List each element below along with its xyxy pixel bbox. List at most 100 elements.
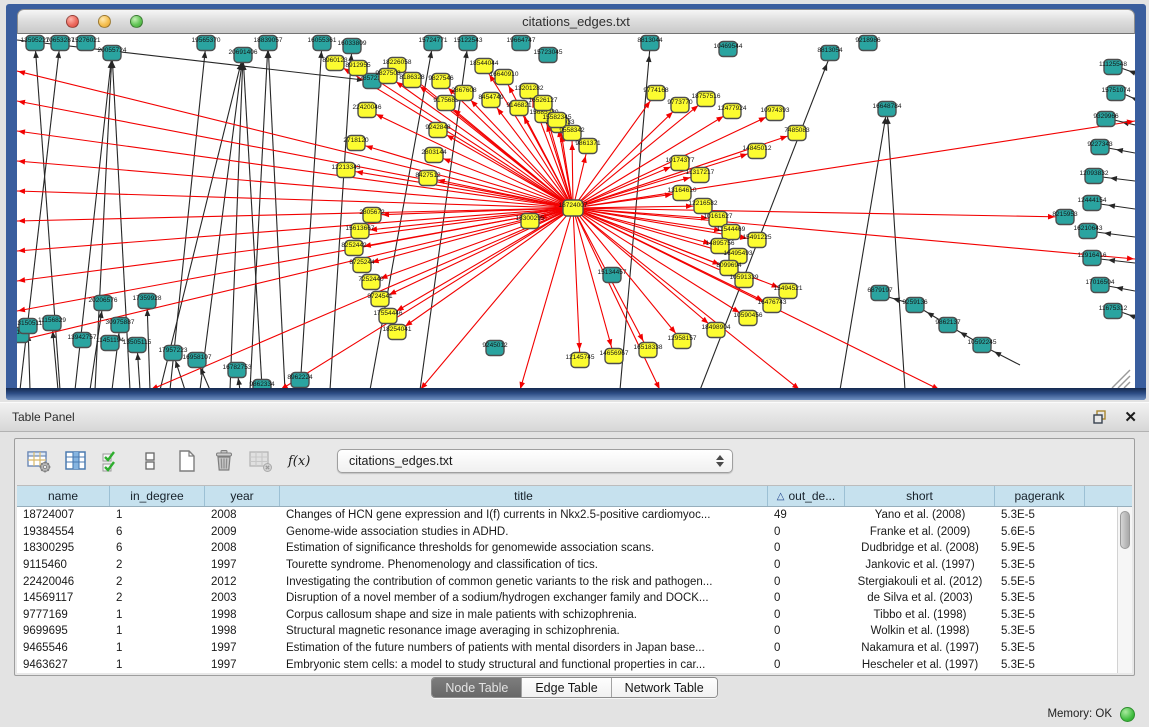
cell-in_degree[interactable]: 1 bbox=[110, 625, 205, 637]
cell-title[interactable]: Changes of HCN gene expression and I(f) … bbox=[280, 509, 768, 521]
column-header-year[interactable]: year bbox=[205, 486, 280, 506]
cell-out_degree[interactable]: 0 bbox=[768, 642, 845, 654]
scrollbar-thumb[interactable] bbox=[1120, 511, 1130, 549]
table-row[interactable]: 946362711997Embryonic stem cells: a mode… bbox=[17, 656, 1132, 673]
cell-pagerank[interactable]: 5.3E-5 bbox=[995, 559, 1085, 571]
cell-out_degree[interactable]: 0 bbox=[768, 659, 845, 671]
cell-name[interactable]: 9465546 bbox=[17, 642, 110, 654]
cell-in_degree[interactable]: 2 bbox=[110, 559, 205, 571]
cell-year[interactable]: 2008 bbox=[205, 542, 280, 554]
cell-in_degree[interactable]: 2 bbox=[110, 592, 205, 604]
column-header-pagerank[interactable]: pagerank bbox=[995, 486, 1085, 506]
cell-in_degree[interactable]: 1 bbox=[110, 509, 205, 521]
cell-editor-icon[interactable] bbox=[136, 447, 164, 475]
float-panel-icon[interactable] bbox=[1093, 410, 1108, 425]
cell-title[interactable]: Embryonic stem cells: a model to study s… bbox=[280, 659, 768, 671]
cell-in_degree[interactable]: 6 bbox=[110, 526, 205, 538]
cell-name[interactable]: 19384554 bbox=[17, 526, 110, 538]
cell-name[interactable]: 22420046 bbox=[17, 576, 110, 588]
cell-in_degree[interactable]: 2 bbox=[110, 576, 205, 588]
cell-out_degree[interactable]: 0 bbox=[768, 592, 845, 604]
resize-grip-icon[interactable] bbox=[1118, 376, 1130, 388]
cell-short[interactable]: Stergiakouli et al. (2012) bbox=[845, 576, 995, 588]
cell-pagerank[interactable]: 5.3E-5 bbox=[995, 509, 1085, 521]
cell-pagerank[interactable]: 5.5E-5 bbox=[995, 576, 1085, 588]
cell-out_degree[interactable]: 0 bbox=[768, 625, 845, 637]
delete-rows-trash-icon[interactable] bbox=[210, 447, 238, 475]
cell-short[interactable]: Franke et al. (2009) bbox=[845, 526, 995, 538]
cell-short[interactable]: Nakamura et al. (1997) bbox=[845, 642, 995, 654]
cell-pagerank[interactable]: 5.3E-5 bbox=[995, 642, 1085, 654]
close-panel-icon[interactable]: ✕ bbox=[1124, 410, 1137, 425]
cell-out_degree[interactable]: 0 bbox=[768, 576, 845, 588]
column-header-short[interactable]: short bbox=[845, 486, 995, 506]
table-row[interactable]: 969969511998Structural magnetic resonanc… bbox=[17, 623, 1132, 640]
cell-name[interactable]: 9463627 bbox=[17, 659, 110, 671]
table-row[interactable]: 1872400712008Changes of HCN gene express… bbox=[17, 507, 1132, 524]
cell-year[interactable]: 1997 bbox=[205, 559, 280, 571]
cell-title[interactable]: Tourette syndrome. Phenomenology and cla… bbox=[280, 559, 768, 571]
network-canvas[interactable]: 1359522710653287152760212005572419565370… bbox=[17, 34, 1135, 388]
cell-out_degree[interactable]: 0 bbox=[768, 542, 845, 554]
cell-short[interactable]: Tibbo et al. (1998) bbox=[845, 609, 995, 621]
window-titlebar[interactable]: citations_edges.txt bbox=[17, 9, 1135, 34]
table-row[interactable]: 1456911722003Disruption of a novel membe… bbox=[17, 590, 1132, 607]
cell-name[interactable]: 9699695 bbox=[17, 625, 110, 637]
cell-name[interactable]: 18300295 bbox=[17, 542, 110, 554]
cell-pagerank[interactable]: 5.3E-5 bbox=[995, 625, 1085, 637]
cell-out_degree[interactable]: 0 bbox=[768, 526, 845, 538]
cell-pagerank[interactable]: 5.9E-5 bbox=[995, 542, 1085, 554]
cell-name[interactable]: 14569117 bbox=[17, 592, 110, 604]
table-row[interactable]: 977716911998Corpus callosum shape and si… bbox=[17, 607, 1132, 624]
new-table-icon[interactable] bbox=[173, 447, 201, 475]
cell-pagerank[interactable]: 5.3E-5 bbox=[995, 592, 1085, 604]
row-select-icon[interactable] bbox=[99, 447, 127, 475]
cell-short[interactable]: Hescheler et al. (1997) bbox=[845, 659, 995, 671]
cell-title[interactable]: Estimation of the future numbers of pati… bbox=[280, 642, 768, 654]
cell-in_degree[interactable]: 1 bbox=[110, 642, 205, 654]
tab-node-table[interactable]: Node Table bbox=[432, 678, 521, 697]
tab-edge-table[interactable]: Edge Table bbox=[521, 678, 610, 697]
cell-short[interactable]: Wolkin et al. (1998) bbox=[845, 625, 995, 637]
function-builder-icon[interactable]: f(x) bbox=[284, 447, 312, 475]
cell-name[interactable]: 9115460 bbox=[17, 559, 110, 571]
cell-pagerank[interactable]: 5.3E-5 bbox=[995, 609, 1085, 621]
table-row[interactable]: 1938455462009Genome-wide association stu… bbox=[17, 524, 1132, 541]
cell-out_degree[interactable]: 0 bbox=[768, 559, 845, 571]
column-header-title[interactable]: title bbox=[280, 486, 768, 506]
cell-title[interactable]: Corpus callosum shape and size in male p… bbox=[280, 609, 768, 621]
column-header-out_degree[interactable]: △out_de... bbox=[768, 486, 845, 506]
cell-short[interactable]: de Silva et al. (2003) bbox=[845, 592, 995, 604]
cell-title[interactable]: Disruption of a novel member of a sodium… bbox=[280, 592, 768, 604]
cell-name[interactable]: 9777169 bbox=[17, 609, 110, 621]
table-row[interactable]: 2242004622012Investigating the contribut… bbox=[17, 573, 1132, 590]
column-header-in_degree[interactable]: in_degree bbox=[110, 486, 205, 506]
cell-title[interactable]: Investigating the contribution of common… bbox=[280, 576, 768, 588]
column-header-name[interactable]: name bbox=[17, 486, 110, 506]
cell-year[interactable]: 2012 bbox=[205, 576, 280, 588]
cell-year[interactable]: 1998 bbox=[205, 609, 280, 621]
cell-title[interactable]: Structural magnetic resonance image aver… bbox=[280, 625, 768, 637]
cell-year[interactable]: 2008 bbox=[205, 509, 280, 521]
cell-title[interactable]: Genome-wide association studies in ADHD. bbox=[280, 526, 768, 538]
column-selector-icon[interactable] bbox=[62, 447, 90, 475]
cell-out_degree[interactable]: 49 bbox=[768, 509, 845, 521]
tab-network-table[interactable]: Network Table bbox=[611, 678, 717, 697]
cell-pagerank[interactable]: 5.6E-5 bbox=[995, 526, 1085, 538]
cell-in_degree[interactable]: 1 bbox=[110, 609, 205, 621]
vertical-scrollbar[interactable] bbox=[1117, 507, 1132, 673]
cell-title[interactable]: Estimation of significance thresholds fo… bbox=[280, 542, 768, 554]
cell-year[interactable]: 1997 bbox=[205, 642, 280, 654]
cell-pagerank[interactable]: 5.3E-5 bbox=[995, 659, 1085, 671]
table-row[interactable]: 911546021997Tourette syndrome. Phenomeno… bbox=[17, 557, 1132, 574]
cell-in_degree[interactable]: 6 bbox=[110, 542, 205, 554]
cell-year[interactable]: 2009 bbox=[205, 526, 280, 538]
cell-short[interactable]: Dudbridge et al. (2008) bbox=[845, 542, 995, 554]
table-row[interactable]: 946554611997Estimation of the future num… bbox=[17, 640, 1132, 657]
cell-in_degree[interactable]: 1 bbox=[110, 659, 205, 671]
cell-year[interactable]: 1998 bbox=[205, 625, 280, 637]
cell-name[interactable]: 18724007 bbox=[17, 509, 110, 521]
cell-short[interactable]: Yano et al. (2008) bbox=[845, 509, 995, 521]
cell-short[interactable]: Jankovic et al. (1997) bbox=[845, 559, 995, 571]
cell-year[interactable]: 2003 bbox=[205, 592, 280, 604]
